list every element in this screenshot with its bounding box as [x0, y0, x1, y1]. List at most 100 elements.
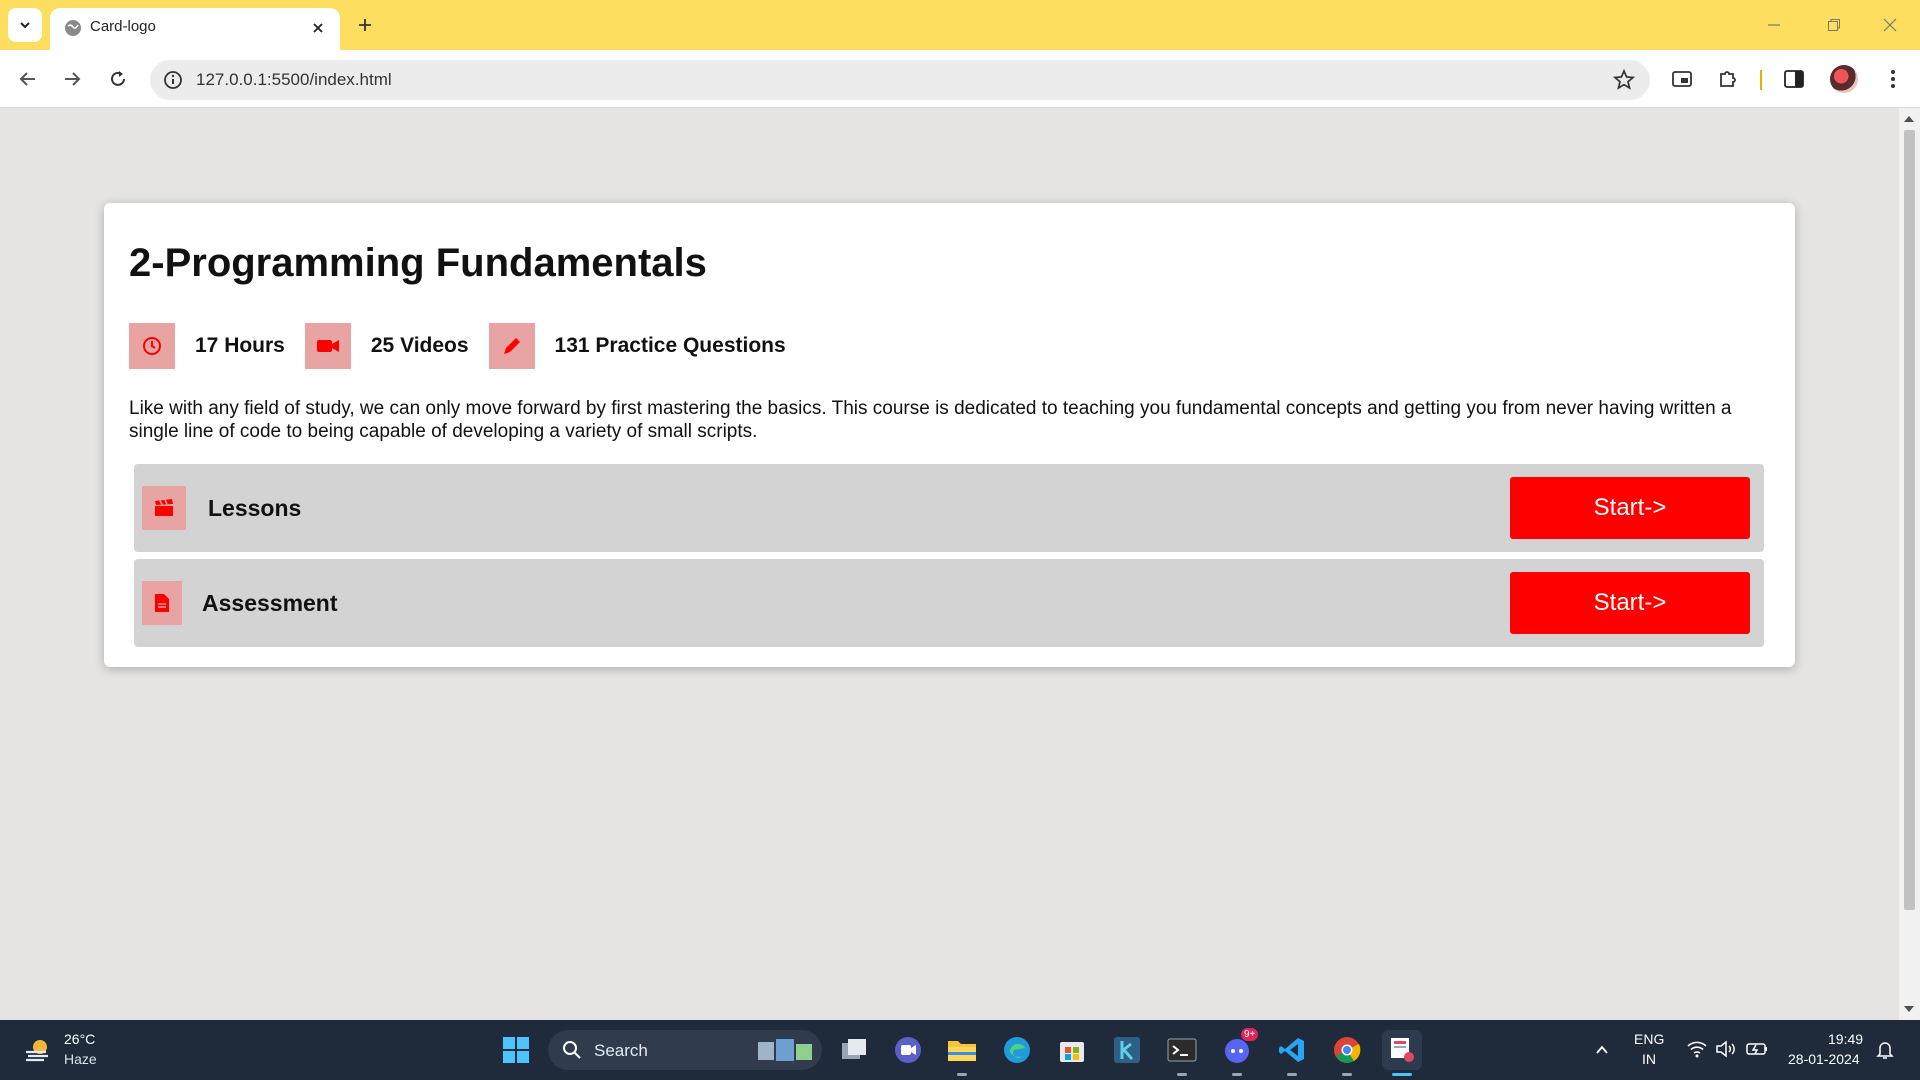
- assessment-label: Assessment: [202, 590, 338, 616]
- edge-icon: [1004, 1037, 1030, 1063]
- side-panel-button[interactable]: [1780, 65, 1808, 93]
- windows-taskbar: 26°C Haze Search 9+ ENG IN 19:49 28-01-2…: [0, 1020, 1920, 1080]
- document-icon: [155, 594, 169, 612]
- language-line-1[interactable]: ENG: [1634, 1031, 1664, 1047]
- weather-haze-icon[interactable]: [22, 1034, 54, 1066]
- stat-videos: 25 Videos: [370, 334, 469, 357]
- running-indicator: [1392, 1073, 1412, 1076]
- course-title: 2-Programming Fundamentals: [129, 241, 707, 285]
- terminal-app[interactable]: [1162, 1030, 1202, 1076]
- browser-tab-bar: Card-logo: [0, 0, 1920, 50]
- store-icon: [1060, 1042, 1084, 1062]
- restore-icon: [1828, 19, 1840, 31]
- toolbar-divider: [1760, 70, 1762, 90]
- search-highlight-icon: [758, 1039, 812, 1061]
- microsoft-store-app[interactable]: [1052, 1030, 1092, 1070]
- bookmark-star-icon[interactable]: [1612, 68, 1636, 92]
- page-viewport: 2-Programming Fundamentals 17 Hours 25 V…: [0, 108, 1899, 1020]
- taskbar-search[interactable]: Search: [548, 1030, 822, 1070]
- edge-browser-app[interactable]: [997, 1030, 1037, 1070]
- vscode-app[interactable]: [1272, 1030, 1312, 1076]
- stat-videos-icon-box: [304, 323, 351, 369]
- chrome-icon: [1334, 1037, 1361, 1063]
- forward-button[interactable]: [56, 63, 88, 95]
- chevron-up-icon: [1596, 1045, 1608, 1054]
- windows-logo-icon: [503, 1037, 529, 1063]
- folder-icon: [948, 1041, 976, 1061]
- reload-button[interactable]: [102, 63, 134, 95]
- scroll-up-arrow[interactable]: [1904, 116, 1914, 122]
- search-label: Search: [594, 1041, 648, 1060]
- battery-icon[interactable]: [1745, 1040, 1769, 1058]
- picture-in-picture-button[interactable]: [1668, 65, 1696, 93]
- stat-questions: 131 Practice Questions: [554, 334, 786, 357]
- address-bar[interactable]: 127.0.0.1:5500/index.html: [150, 60, 1650, 100]
- lessons-row: Lessons Start->: [134, 464, 1764, 552]
- search-icon: [563, 1041, 581, 1059]
- lessons-label: Lessons: [208, 495, 302, 521]
- running-indicator: [1232, 1073, 1242, 1076]
- video-camera-icon: [316, 340, 339, 352]
- k-app[interactable]: [1107, 1030, 1147, 1070]
- assessment-start-button[interactable]: Start->: [1510, 572, 1750, 634]
- page-scrollbar[interactable]: [1899, 108, 1920, 1020]
- assessment-row: Assessment Start->: [134, 559, 1764, 647]
- arrow-left-icon: [19, 72, 35, 86]
- tab-search-button[interactable]: [8, 8, 42, 42]
- profile-avatar[interactable]: [1830, 65, 1858, 93]
- stat-hours: 17 Hours: [195, 334, 285, 357]
- task-view-button[interactable]: [834, 1030, 874, 1070]
- puzzle-icon: [1720, 71, 1736, 87]
- minimize-button[interactable]: [1752, 10, 1796, 40]
- file-explorer-app[interactable]: [942, 1030, 982, 1076]
- course-card: 2-Programming Fundamentals 17 Hours 25 V…: [104, 203, 1795, 667]
- language-line-2[interactable]: IN: [1642, 1051, 1656, 1067]
- back-button[interactable]: [12, 63, 44, 95]
- lessons-icon-box: [142, 486, 186, 530]
- discord-app[interactable]: 9+: [1217, 1028, 1259, 1076]
- picture-in-picture-icon: [1672, 71, 1692, 87]
- site-info-icon[interactable]: [162, 69, 184, 91]
- browser-menu-button[interactable]: [1879, 65, 1907, 93]
- new-tab-button[interactable]: [352, 12, 378, 38]
- arrow-right-icon: [65, 72, 81, 86]
- lessons-start-button[interactable]: Start->: [1510, 477, 1750, 539]
- stat-questions-icon-box: [488, 323, 535, 369]
- globe-icon: [65, 20, 81, 36]
- restore-button[interactable]: [1812, 10, 1856, 40]
- browser-tab[interactable]: Card-logo: [50, 8, 340, 50]
- show-hidden-icons-button[interactable]: [1582, 1030, 1622, 1070]
- close-window-button[interactable]: [1868, 10, 1912, 40]
- weather-description[interactable]: Haze: [64, 1051, 97, 1067]
- course-stats: 17 Hours 25 Videos 131 Practice Question…: [129, 323, 806, 369]
- tab-title: Card-logo: [90, 18, 156, 35]
- url-text[interactable]: 127.0.0.1:5500/index.html: [196, 70, 392, 90]
- weather-temperature[interactable]: 26°C: [64, 1031, 95, 1047]
- notification-bell-icon[interactable]: [1876, 1040, 1894, 1060]
- close-icon: [1883, 18, 1897, 32]
- plus-icon: [359, 19, 371, 31]
- clock-icon: [143, 337, 161, 355]
- stat-hours-icon-box: [129, 323, 175, 369]
- video-chat-icon: [895, 1037, 921, 1063]
- teams-meet-app[interactable]: [888, 1030, 928, 1070]
- close-tab-button[interactable]: [306, 16, 330, 40]
- start-button[interactable]: [496, 1030, 536, 1070]
- clapperboard-icon: [155, 499, 173, 516]
- clock-time[interactable]: 19:49: [1828, 1031, 1863, 1047]
- snipping-tool-icon: [1391, 1038, 1414, 1062]
- terminal-icon: [1167, 1038, 1197, 1062]
- wifi-icon[interactable]: [1686, 1040, 1708, 1058]
- clock-date[interactable]: 28-01-2024: [1788, 1051, 1860, 1067]
- chevron-down-icon: [20, 22, 30, 29]
- pencil-icon: [503, 338, 520, 354]
- scroll-down-arrow[interactable]: [1904, 1006, 1914, 1012]
- extensions-button[interactable]: [1714, 65, 1742, 93]
- chrome-app[interactable]: [1327, 1030, 1367, 1076]
- discord-notification-badge: 9+: [1241, 1028, 1259, 1041]
- k-letter-icon: [1114, 1037, 1140, 1063]
- scrollbar-thumb[interactable]: [1904, 130, 1915, 910]
- volume-icon[interactable]: [1715, 1040, 1737, 1058]
- snipping-tool-app[interactable]: [1382, 1030, 1422, 1076]
- vscode-icon: [1279, 1038, 1304, 1062]
